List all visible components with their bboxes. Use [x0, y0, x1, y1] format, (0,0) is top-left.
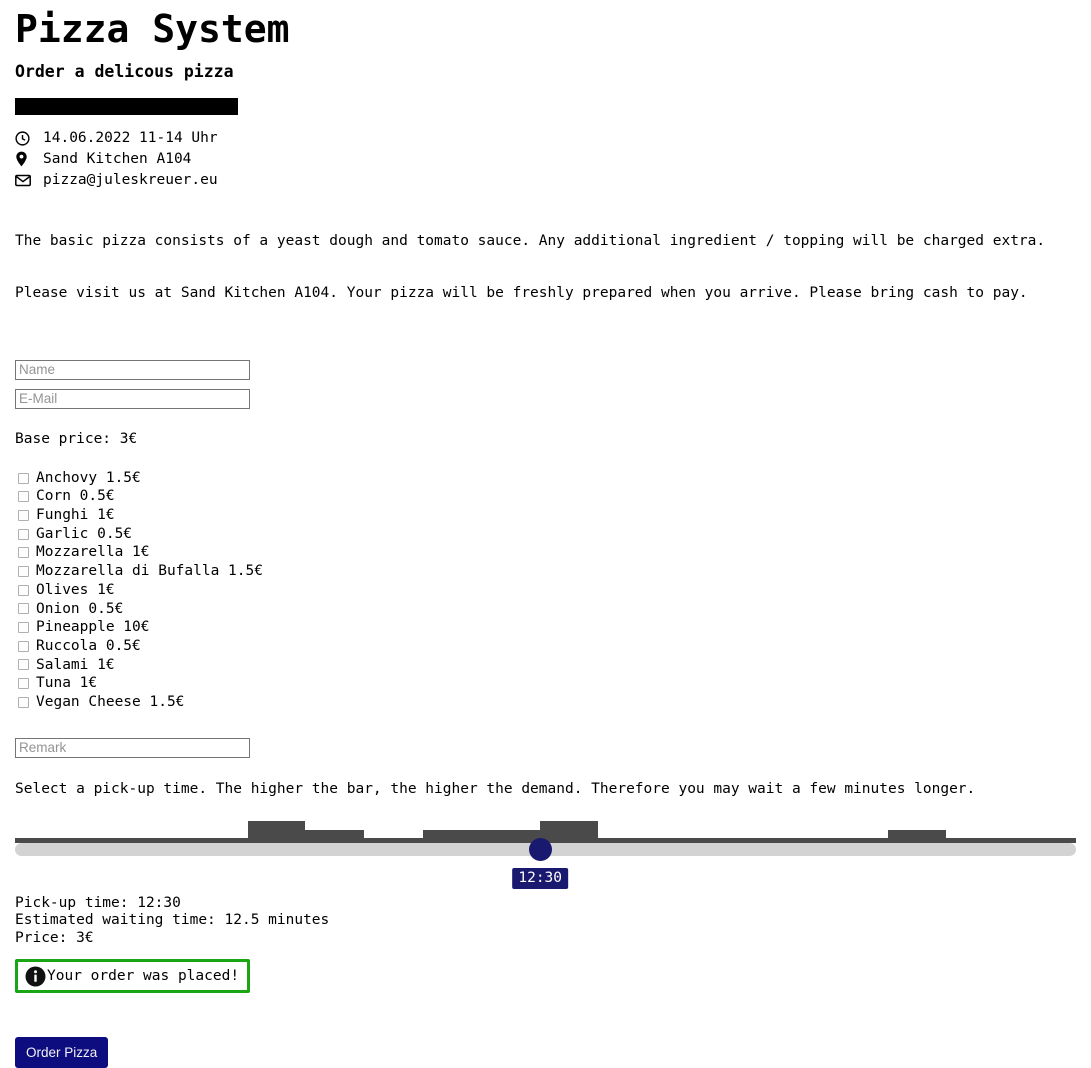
slider-track-wrap[interactable]: [15, 837, 1076, 861]
slider-thumb[interactable]: [528, 837, 552, 861]
topping-row[interactable]: Olives 1€: [15, 581, 1076, 600]
name-input[interactable]: [15, 359, 250, 380]
order-summary: Pick-up time: 12:30 Estimated waiting ti…: [15, 895, 1076, 948]
summary-price: Price: 3€: [15, 929, 94, 946]
topping-row[interactable]: Garlic 0.5€: [15, 525, 1076, 544]
topping-label: Funghi 1€: [36, 507, 115, 524]
topping-label: Garlic 0.5€: [36, 525, 133, 542]
topping-row[interactable]: Anchovy 1.5€: [15, 469, 1076, 488]
demand-bar-segment: [305, 829, 364, 843]
topping-row[interactable]: Tuna 1€: [15, 674, 1076, 693]
meta-location-text: Sand Kitchen A104: [43, 150, 192, 167]
summary-waiting-time: Estimated waiting time: 12.5 minutes: [15, 912, 330, 929]
topping-label: Corn 0.5€: [36, 488, 115, 505]
topping-checkbox[interactable]: [18, 491, 29, 503]
description-line-2: Please visit us at Sand Kitchen A104. Yo…: [15, 285, 1028, 302]
summary-pickup-time: Pick-up time: 12:30: [15, 894, 181, 911]
pickup-time-slider-area: 12:30: [15, 809, 1076, 889]
topping-checkbox[interactable]: [18, 696, 29, 708]
demand-bar-segment: [248, 820, 305, 843]
topping-checkbox[interactable]: [18, 509, 29, 521]
meta-datetime-text: 14.06.2022 11-14 Uhr: [43, 129, 218, 146]
order-pizza-button[interactable]: Order Pizza: [15, 1037, 109, 1068]
topping-row[interactable]: Ruccola 0.5€: [15, 637, 1076, 656]
demand-bar-segment: [540, 820, 598, 843]
pizza-description: The basic pizza consists of a yeast doug…: [15, 198, 1076, 338]
remark-input[interactable]: [15, 737, 250, 758]
location-pin-icon: [15, 151, 33, 167]
meta-row-location: Sand Kitchen A104: [15, 149, 1076, 170]
selected-time-bubble: 12:30: [512, 867, 569, 889]
demand-bar-segment: [423, 829, 540, 843]
topping-label: Ruccola 0.5€: [36, 637, 141, 654]
topping-label: Olives 1€: [36, 581, 115, 598]
order-status-message: Your order was placed!: [47, 968, 240, 985]
event-meta-list: 14.06.2022 11-14 Uhr Sand Kitchen A104 p…: [15, 128, 1076, 191]
clock-icon: [15, 131, 33, 146]
page-title: Pizza System: [15, 7, 290, 51]
description-line-1: The basic pizza consists of a yeast doug…: [15, 232, 1046, 249]
topping-checkbox[interactable]: [18, 640, 29, 652]
meta-row-datetime: 14.06.2022 11-14 Uhr: [15, 128, 1076, 149]
topping-label: Mozzarella di Bufalla 1.5€: [36, 563, 263, 580]
email-input[interactable]: [15, 388, 250, 409]
topping-checkbox[interactable]: [18, 584, 29, 596]
topping-checkbox[interactable]: [18, 678, 29, 690]
redacted-text-bar: [15, 97, 238, 115]
demand-bar-segment: [888, 829, 946, 843]
slider-help-text: Select a pick-up time. The higher the ba…: [15, 780, 976, 797]
topping-checkbox[interactable]: [18, 603, 29, 615]
topping-row[interactable]: Vegan Cheese 1.5€: [15, 693, 1076, 712]
topping-label: Salami 1€: [36, 656, 115, 673]
meta-email-text: pizza@juleskreuer.eu: [43, 171, 218, 188]
topping-checkbox[interactable]: [18, 547, 29, 559]
topping-checkbox[interactable]: [18, 659, 29, 671]
topping-label: Onion 0.5€: [36, 600, 124, 617]
topping-checkbox[interactable]: [18, 472, 29, 484]
topping-label: Anchovy 1.5€: [36, 469, 141, 486]
topping-label: Mozzarella 1€: [36, 544, 150, 561]
topping-row[interactable]: Onion 0.5€: [15, 600, 1076, 619]
topping-checkbox[interactable]: [18, 528, 29, 540]
topping-row[interactable]: Funghi 1€: [15, 506, 1076, 525]
info-circle-icon: [25, 966, 46, 987]
topping-row[interactable]: Pineapple 10€: [15, 618, 1076, 637]
envelope-icon: [15, 174, 33, 187]
topping-row[interactable]: Salami 1€: [15, 656, 1076, 675]
topping-row[interactable]: Corn 0.5€: [15, 487, 1076, 506]
order-status-alert: Your order was placed!: [15, 959, 251, 994]
topping-checkbox[interactable]: [18, 565, 29, 577]
topping-label: Pineapple 10€: [36, 619, 150, 636]
topping-label: Tuna 1€: [36, 675, 98, 692]
page-subtitle: Order a delicous pizza: [15, 61, 234, 81]
topping-checkbox[interactable]: [18, 622, 29, 634]
base-price-label: Base price: 3€: [15, 430, 138, 447]
topping-row[interactable]: Mozzarella 1€: [15, 543, 1076, 562]
topping-label: Vegan Cheese 1.5€: [36, 693, 185, 710]
topping-row[interactable]: Mozzarella di Bufalla 1.5€: [15, 562, 1076, 581]
toppings-list: Anchovy 1.5€ Corn 0.5€ Funghi 1€ Garlic 0.5…: [15, 469, 1076, 712]
pizza-order-page: Pizza System Order a delicous pizza 14.0…: [0, 7, 1091, 1068]
meta-row-email: pizza@juleskreuer.eu: [15, 170, 1076, 191]
